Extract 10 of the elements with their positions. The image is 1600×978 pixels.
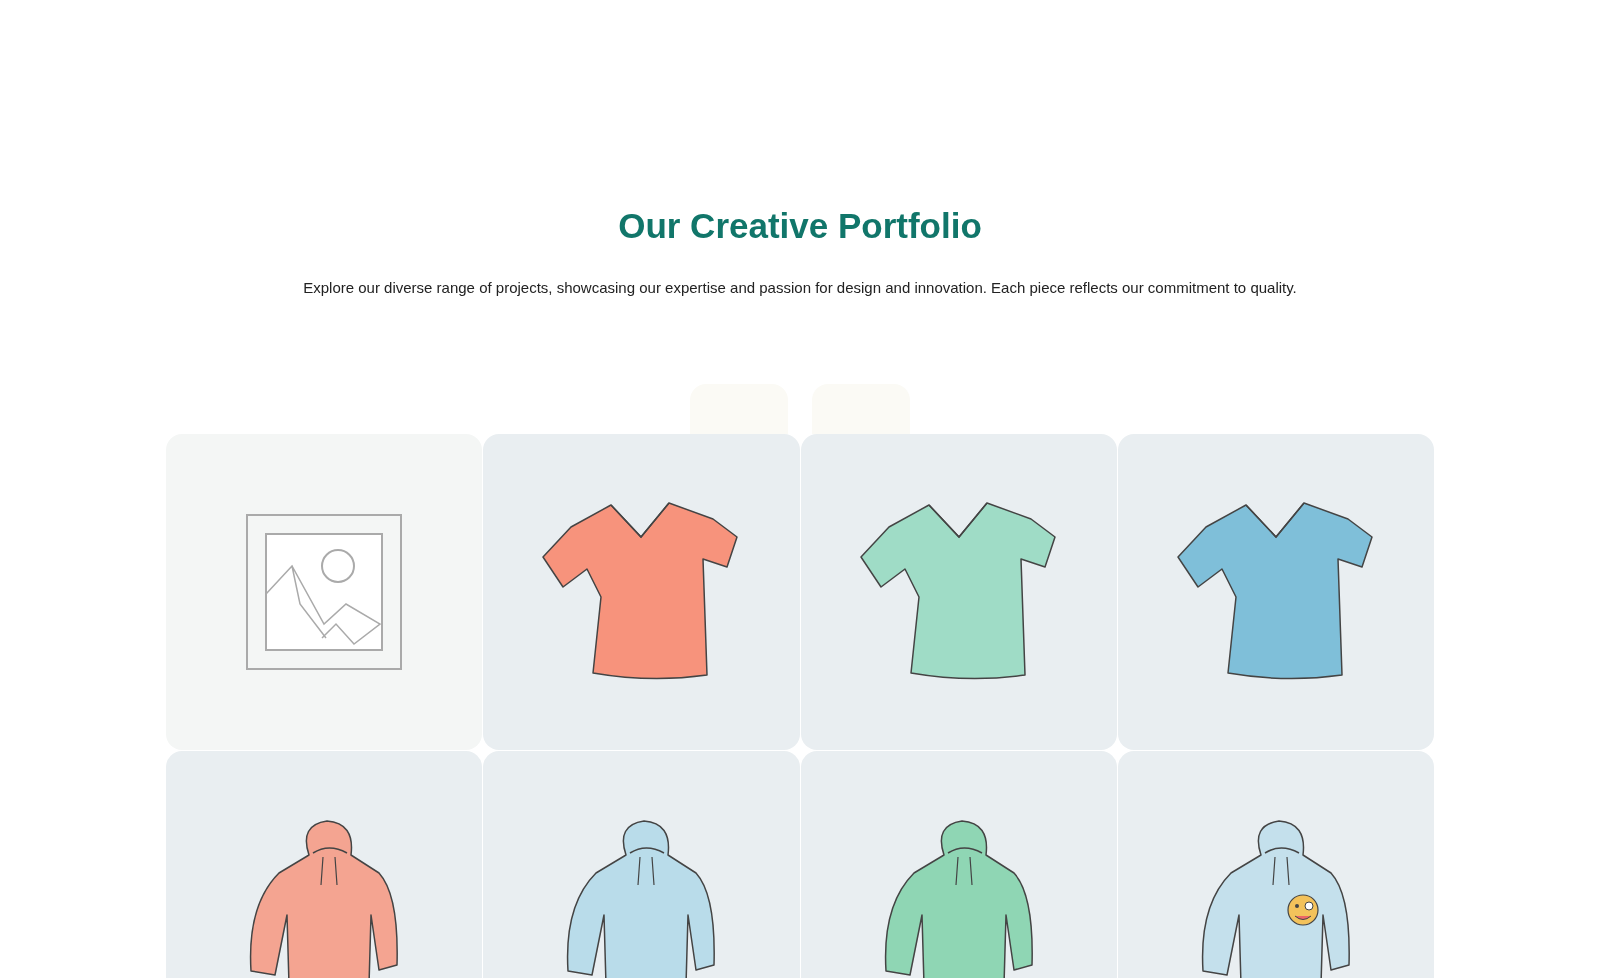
image-placeholder-icon [246, 514, 403, 670]
product-card[interactable] [483, 434, 800, 750]
product-card[interactable] [800, 434, 1117, 750]
page-title: Our Creative Portfolio [618, 205, 982, 247]
product-card[interactable] [1117, 434, 1434, 750]
product-card[interactable] [166, 751, 483, 978]
product-card[interactable] [800, 751, 1117, 978]
product-card[interactable] [1117, 751, 1434, 978]
product-card[interactable] [483, 751, 800, 978]
page-subtitle: Explore our diverse range of projects, showcasing our expertise and passion for design and innovation. Each piece reflects our commitment to quality. [303, 277, 1297, 298]
